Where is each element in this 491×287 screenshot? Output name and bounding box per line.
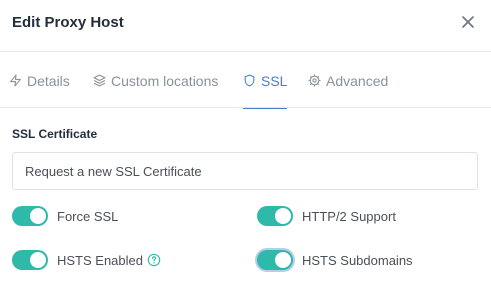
close-button[interactable] bbox=[459, 13, 477, 31]
gear-icon bbox=[308, 74, 321, 87]
force-ssl-toggle[interactable] bbox=[12, 206, 48, 226]
zap-icon bbox=[10, 74, 21, 87]
hsts-subdomains-toggle-row: HSTS Subdomains bbox=[257, 250, 413, 270]
tab-details-label: Details bbox=[27, 72, 70, 89]
http2-support-toggle[interactable] bbox=[257, 206, 293, 226]
hsts-subdomains-toggle[interactable] bbox=[257, 250, 293, 270]
http2-support-toggle-row: HTTP/2 Support bbox=[257, 206, 396, 226]
edit-proxy-host-modal: Edit Proxy Host Details Custom locations bbox=[0, 0, 491, 287]
layers-icon bbox=[93, 74, 106, 87]
hsts-enabled-label: HSTS Enabled bbox=[57, 252, 143, 268]
ssl-certificate-select[interactable]: Request a new SSL Certificate bbox=[12, 152, 478, 190]
shield-icon bbox=[244, 74, 255, 87]
tab-ssl[interactable]: SSL bbox=[243, 53, 288, 109]
ssl-certificate-value: Request a new SSL Certificate bbox=[25, 163, 202, 179]
ssl-certificate-label: SSL Certificate bbox=[12, 127, 98, 141]
modal-title: Edit Proxy Host bbox=[12, 14, 124, 31]
help-icon[interactable] bbox=[147, 253, 161, 267]
close-icon bbox=[462, 16, 474, 28]
tab-custom-locations-label: Custom locations bbox=[111, 72, 219, 89]
tab-ssl-label: SSL bbox=[261, 72, 288, 89]
hsts-subdomains-label: HSTS Subdomains bbox=[302, 252, 413, 268]
force-ssl-label: Force SSL bbox=[57, 208, 119, 224]
hsts-enabled-toggle[interactable] bbox=[12, 250, 48, 270]
tab-details[interactable]: Details bbox=[9, 53, 70, 108]
force-ssl-toggle-row: Force SSL bbox=[12, 206, 118, 226]
modal-header: Edit Proxy Host bbox=[0, 0, 491, 52]
http2-support-label: HTTP/2 Support bbox=[302, 208, 396, 224]
hsts-enabled-toggle-row: HSTS Enabled bbox=[12, 250, 161, 270]
tab-advanced[interactable]: Advanced bbox=[308, 53, 388, 108]
tab-bar: Details Custom locations SSL Advanced bbox=[0, 53, 491, 109]
tab-advanced-label: Advanced bbox=[326, 72, 389, 89]
tab-custom-locations[interactable]: Custom locations bbox=[93, 53, 218, 108]
